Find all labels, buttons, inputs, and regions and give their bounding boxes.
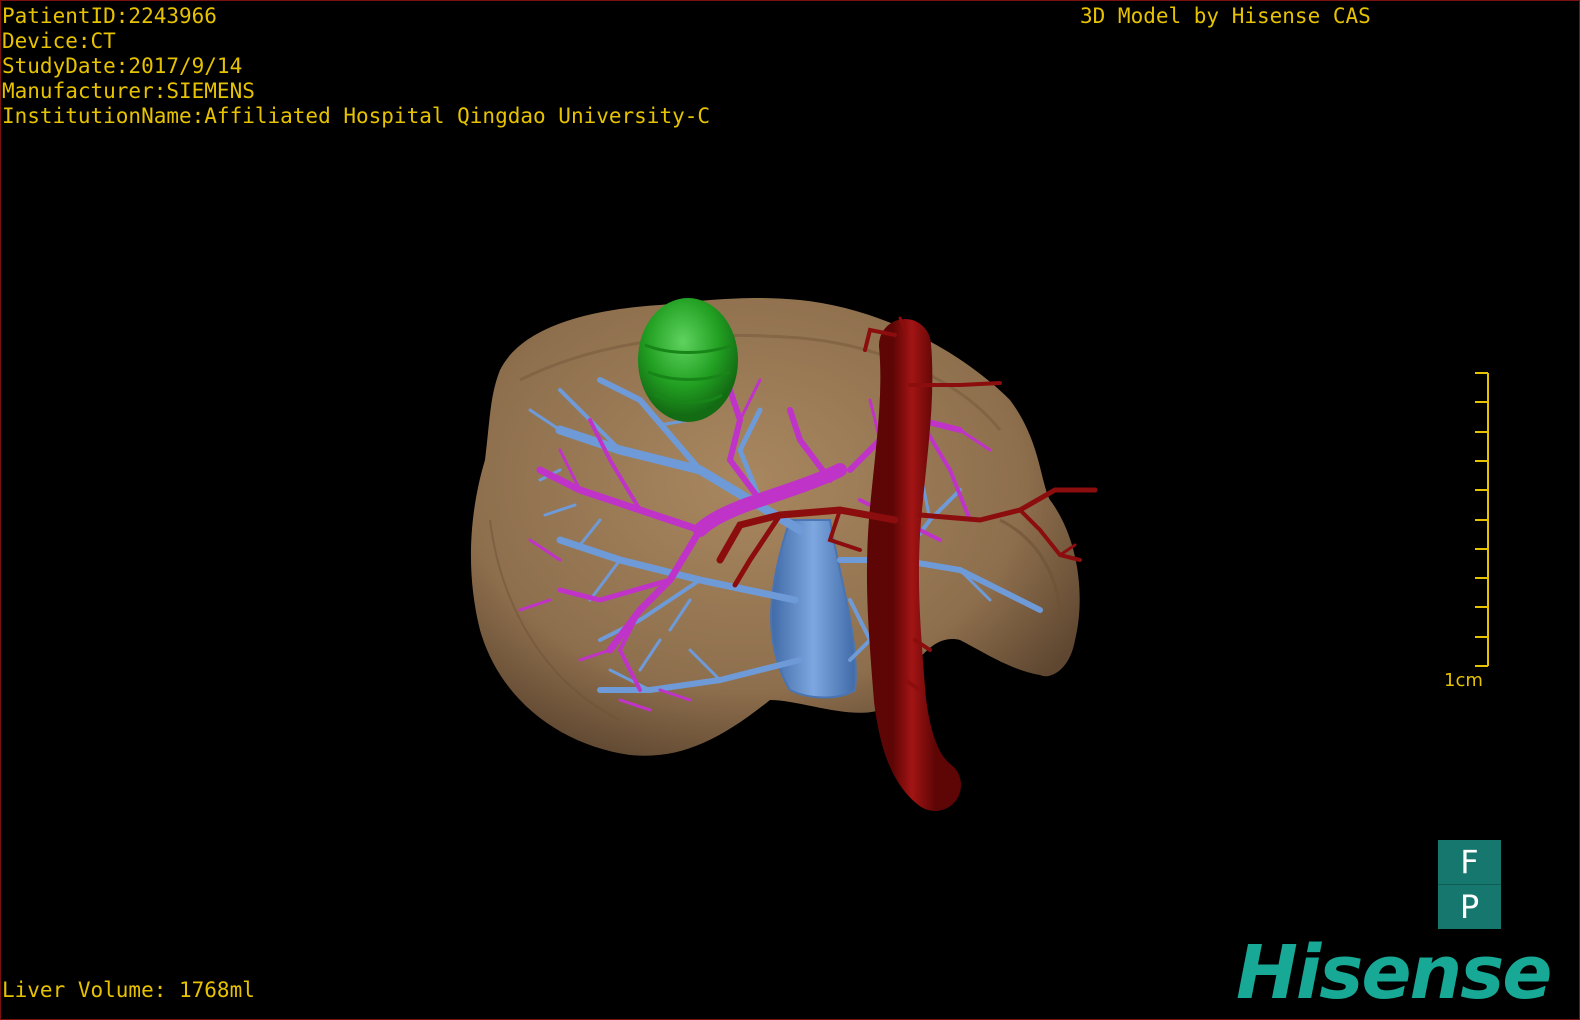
3d-viewport[interactable] <box>0 0 1580 1020</box>
scale-bar <box>1475 372 1489 667</box>
liver-volume: Liver Volume: 1768ml <box>2 978 255 1002</box>
orientation-cube-front[interactable]: F <box>1438 840 1501 885</box>
scale-label: 1cm <box>1444 670 1483 691</box>
tumor <box>638 298 738 422</box>
orientation-cube-posterior[interactable]: P <box>1438 885 1501 929</box>
liver-model <box>470 297 1080 756</box>
hisense-logo: Hisense <box>1236 930 1552 1016</box>
